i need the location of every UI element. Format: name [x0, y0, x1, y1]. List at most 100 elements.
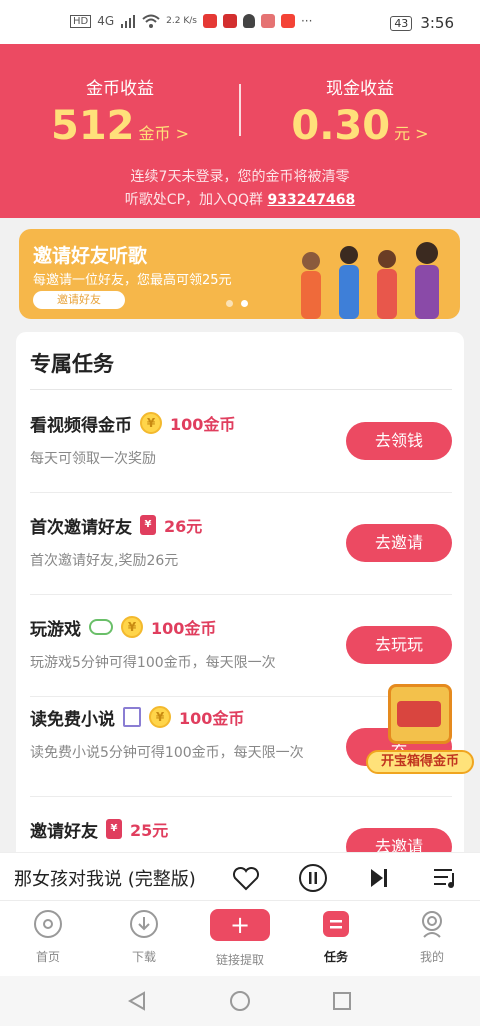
- qq-group-prefix: 听歌处CP，加入QQ群: [124, 192, 264, 208]
- bottom-tab-bar: 首页 下载 + 链接提取 任务 我的: [0, 900, 480, 977]
- tab-download[interactable]: 下载: [104, 909, 184, 965]
- play-game-button[interactable]: 去玩玩: [346, 626, 452, 664]
- task-reward: 100金币: [179, 709, 245, 728]
- banner-invite-button[interactable]: 邀请好友: [33, 291, 125, 309]
- tab-label: 任务: [323, 950, 348, 964]
- network-label: 4G: [97, 14, 115, 28]
- qq-icon: [242, 14, 255, 28]
- shop-notification-icon: [260, 14, 275, 28]
- task-play-game: 玩游戏 ¥ 100金币 玩游戏5分钟可得100金币，每天限一次 去玩玩: [30, 614, 452, 697]
- heart-icon[interactable]: [231, 863, 261, 893]
- redpacket-notification-icon: [280, 14, 295, 28]
- home-icon[interactable]: [229, 990, 251, 1012]
- red-packet-icon: ¥: [106, 819, 122, 839]
- divider: [30, 594, 452, 595]
- more-notifications-icon: ···: [300, 14, 313, 28]
- task-name: 玩游戏: [30, 619, 81, 640]
- news-notification-icon: [222, 14, 237, 28]
- task-description: 首次邀请好友,奖励26元: [30, 553, 179, 569]
- status-right: 43 3:56: [390, 14, 454, 32]
- tab-label: 我的: [419, 950, 444, 964]
- task-description: 读免费小说5分钟可得100金币，每天限一次: [30, 745, 304, 761]
- playlist-icon[interactable]: [431, 863, 461, 893]
- app-notification-icon: [202, 14, 217, 28]
- banner-pager: [226, 300, 248, 307]
- coin-icon: ¥: [140, 412, 162, 434]
- expiry-notice: 连续7天未登录，您的金币将被清零 听歌处CP，加入QQ群 933247468: [0, 166, 480, 212]
- gamepad-icon: [89, 619, 113, 635]
- signal-icon: [121, 15, 136, 28]
- tab-profile[interactable]: 我的: [392, 909, 472, 965]
- exclusive-tasks-card: 专属任务 看视频得金币 ¥ 100金币 每天可领取一次奖励 去领钱 首次邀请好友…: [16, 332, 464, 892]
- coin-unit: 金币 >: [138, 124, 190, 143]
- task-reward: 25元: [130, 821, 169, 840]
- task-first-invite: 首次邀请好友 ¥ 26元 首次邀请好友,奖励26元 去邀请: [30, 512, 452, 595]
- notice-line-2: 听歌处CP，加入QQ群 933247468: [0, 189, 480, 212]
- disc-icon: [34, 910, 62, 938]
- task-reward: 26元: [164, 517, 203, 536]
- coin-icon: ¥: [121, 616, 143, 638]
- tab-label: 下载: [131, 950, 156, 964]
- cash-earnings-value: 0.30 元 >: [240, 103, 480, 149]
- pause-icon[interactable]: [298, 863, 328, 893]
- notice-line-1: 连续7天未登录，您的金币将被清零: [130, 169, 350, 185]
- book-icon: [123, 707, 141, 727]
- cash-earnings[interactable]: 现金收益 0.30 元 >: [240, 74, 480, 149]
- tab-tasks[interactable]: 任务: [296, 909, 376, 965]
- divider: [30, 389, 452, 390]
- task-reward: 100金币: [170, 415, 236, 434]
- earnings-header: 金币收益 512 金币 > 现金收益 0.30 元 > 连续7天未登录，您的金币将被…: [0, 44, 480, 218]
- battery-level: 43: [394, 16, 409, 30]
- get-money-button[interactable]: 去领钱: [346, 422, 452, 460]
- pager-dot-active[interactable]: [241, 300, 248, 307]
- song-title: 那女孩对我说 (完整版): [14, 869, 196, 890]
- battery-icon: 43: [390, 15, 413, 31]
- wifi-icon: [142, 14, 160, 28]
- coin-earnings[interactable]: 金币收益 512 金币 >: [0, 74, 240, 149]
- divider: [30, 492, 452, 493]
- clock: 3:56: [420, 14, 454, 32]
- back-icon[interactable]: [126, 990, 148, 1012]
- invite-button[interactable]: 去邀请: [346, 524, 452, 562]
- download-icon: [130, 910, 158, 938]
- hd-icon: HD: [70, 14, 92, 28]
- pager-dot[interactable]: [226, 300, 233, 307]
- qq-group-link[interactable]: 933247468: [268, 192, 356, 208]
- next-track-icon[interactable]: [364, 863, 394, 893]
- task-description: 玩游戏5分钟可得100金币，每天限一次: [30, 655, 276, 671]
- status-bar: HD 4G 2.2 K/s ··· 43 3:56: [0, 0, 480, 44]
- tab-home[interactable]: 首页: [8, 909, 88, 965]
- speed-label: 2.2 K/s: [166, 16, 197, 26]
- banner-subtitle: 每邀请一位好友，您最高可领25元: [33, 273, 232, 288]
- treasure-chest-widget[interactable]: 开宝箱得金币: [366, 680, 474, 780]
- plus-icon: +: [229, 911, 251, 939]
- task-name: 邀请好友: [30, 821, 98, 842]
- coin-earnings-value: 512 金币 >: [0, 103, 240, 149]
- coin-icon: ¥: [149, 706, 171, 728]
- task-name: 看视频得金币: [30, 415, 132, 436]
- treasure-label: 开宝箱得金币: [366, 750, 474, 774]
- link-extract-button[interactable]: +: [210, 909, 270, 941]
- task-name: 首次邀请好友: [30, 517, 132, 538]
- friends-illustration: [301, 242, 439, 319]
- cash-value: 0.30: [291, 103, 391, 149]
- cash-earnings-label: 现金收益: [326, 79, 394, 99]
- tab-label: 首页: [35, 950, 60, 964]
- task-watch-video: 看视频得金币 ¥ 100金币 每天可领取一次奖励 去领钱: [30, 410, 452, 493]
- task-description: 每天可领取一次奖励: [30, 451, 156, 467]
- divider: [30, 796, 452, 797]
- tab-link-extract-label: 链接提取: [215, 953, 264, 967]
- task-name: 读免费小说: [30, 709, 115, 730]
- coin-value: 512: [51, 103, 135, 149]
- status-left: HD 4G 2.2 K/s ···: [70, 14, 312, 28]
- tasks-header: 专属任务: [30, 352, 114, 376]
- mini-player[interactable]: 那女孩对我说 (完整版): [0, 852, 480, 901]
- task-invite-friends: 邀请好友 ¥ 25元 去邀请: [30, 816, 452, 866]
- system-nav-bar: [0, 976, 480, 1026]
- task-reward: 100金币: [151, 619, 217, 638]
- profile-icon: [422, 911, 442, 938]
- tasks-icon: [323, 911, 349, 937]
- cash-unit: 元 >: [394, 124, 429, 143]
- banner-title: 邀请好友听歌: [33, 245, 148, 267]
- recents-icon[interactable]: [331, 990, 353, 1012]
